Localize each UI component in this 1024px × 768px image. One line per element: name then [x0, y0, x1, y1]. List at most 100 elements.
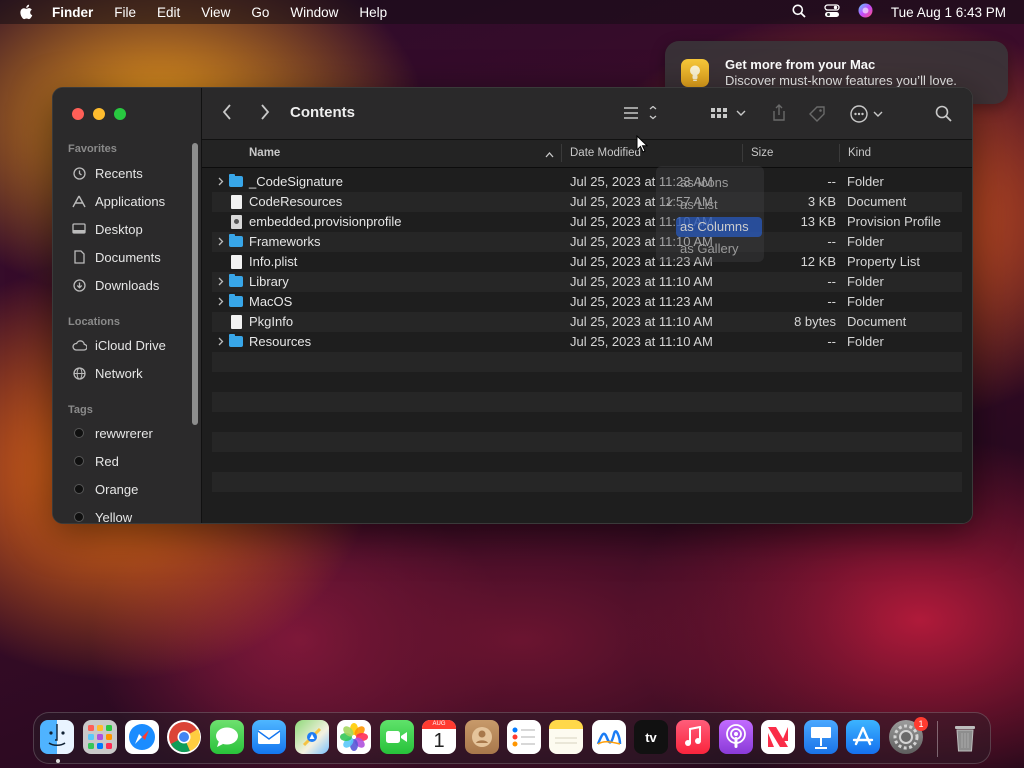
menu-item-as-icons[interactable]: as Icons — [680, 175, 728, 190]
file-browser: Contents Name Date Modified Size Kind _C… — [202, 88, 972, 523]
back-button[interactable] — [222, 104, 232, 120]
contacts-dock-icon[interactable] — [465, 720, 499, 754]
more-actions-icon[interactable] — [850, 105, 884, 123]
apple-menu-icon[interactable] — [18, 4, 34, 20]
file-row[interactable]: embedded.provisionprofile Jul 25, 2023 at… — [212, 212, 962, 232]
zoom-button[interactable] — [114, 108, 126, 120]
view-options-menu: as Icons ✓ as List as Columns as Gallery — [656, 166, 764, 262]
spotlight-search-icon[interactable] — [792, 4, 806, 21]
file-row[interactable]: Frameworks Jul 25, 2023 at 11:10 AM -- Fold… — [212, 232, 962, 252]
menubar-clock[interactable]: Tue Aug 1 6:43 PM — [891, 5, 1006, 20]
safari-dock-icon[interactable] — [125, 720, 159, 754]
menu-file[interactable]: File — [114, 5, 136, 20]
disclosure-chevron-icon[interactable] — [216, 235, 226, 247]
podcasts-dock-icon[interactable] — [719, 720, 753, 754]
search-icon[interactable] — [935, 105, 952, 122]
sidebar-section-locations: Locations — [68, 316, 120, 328]
column-date-modified[interactable]: Date Modified — [570, 147, 641, 159]
provision-profile-icon — [229, 215, 243, 229]
group-grid-icon[interactable] — [711, 107, 747, 119]
file-kind: Document — [847, 314, 907, 329]
file-row[interactable]: _CodeSignature Jul 25, 2023 at 11:23 AM --… — [212, 172, 962, 192]
sidebar-item-downloads[interactable]: Downloads — [71, 274, 159, 296]
sidebar-item-desktop[interactable]: Desktop — [71, 218, 143, 240]
music-dock-icon[interactable] — [676, 720, 710, 754]
list-view-icon[interactable] — [622, 106, 658, 120]
sidebar-item-documents[interactable]: Documents — [71, 246, 161, 268]
reminders-dock-icon[interactable] — [507, 720, 541, 754]
file-name: Info.plist — [249, 254, 298, 269]
sidebar-scrollbar[interactable] — [192, 143, 198, 425]
column-divider — [561, 144, 562, 162]
share-icon[interactable] — [771, 104, 787, 122]
disclosure-chevron-icon[interactable] — [216, 335, 226, 347]
sort-ascending-icon[interactable] — [545, 149, 554, 161]
file-size: -- — [827, 234, 836, 249]
menu-edit[interactable]: Edit — [157, 5, 180, 20]
menu-help[interactable]: Help — [359, 5, 387, 20]
menu-app-finder[interactable]: Finder — [52, 5, 93, 20]
file-date-modified: Jul 25, 2023 at 11:10 AM — [570, 334, 713, 349]
notification-badge: 1 — [914, 717, 928, 731]
file-size: -- — [827, 294, 836, 309]
menu-item-as-list[interactable]: as List — [680, 197, 718, 212]
calendar-dock-icon[interactable]: AUG 1 — [422, 720, 456, 754]
sidebar-item-recents[interactable]: Recents — [71, 162, 143, 184]
column-size[interactable]: Size — [751, 147, 773, 159]
maps-dock-icon[interactable] — [295, 720, 329, 754]
file-size: -- — [827, 334, 836, 349]
finder-dock-icon[interactable] — [40, 720, 74, 754]
app-store-dock-icon[interactable] — [846, 720, 880, 754]
disclosure-chevron-icon[interactable] — [216, 295, 226, 307]
menu-view[interactable]: View — [201, 5, 230, 20]
sidebar-item-icloud-drive[interactable]: iCloud Drive — [71, 334, 166, 356]
file-row[interactable]: Resources Jul 25, 2023 at 11:10 AM -- Folde… — [212, 332, 962, 352]
file-row[interactable]: Library Jul 25, 2023 at 11:10 AM -- Folder — [212, 272, 962, 292]
freeform-dock-icon[interactable] — [592, 720, 626, 754]
disclosure-chevron-icon[interactable] — [216, 175, 226, 187]
mail-dock-icon[interactable] — [252, 720, 286, 754]
column-kind[interactable]: Kind — [848, 147, 871, 159]
file-row[interactable]: CodeResources Jul 25, 2023 at 11:57 AM 3 K… — [212, 192, 962, 212]
sidebar-tag-rewwrerer[interactable]: rewwrerer — [71, 422, 153, 444]
siri-icon[interactable] — [858, 3, 873, 21]
facetime-dock-icon[interactable] — [380, 720, 414, 754]
control-center-icon[interactable] — [824, 3, 840, 21]
sidebar-item-applications[interactable]: Applications — [71, 190, 165, 212]
keynote-dock-icon[interactable] — [804, 720, 838, 754]
sidebar-tag-orange[interactable]: Orange — [71, 478, 138, 500]
disclosure-chevron-icon[interactable] — [216, 275, 226, 287]
calendar-day: 1 — [433, 730, 445, 752]
sidebar: Favorites Recents Applications Desktop D… — [53, 88, 202, 523]
news-dock-icon[interactable] — [761, 720, 795, 754]
photos-dock-icon[interactable] — [337, 720, 371, 754]
column-divider — [839, 144, 840, 162]
tag-icon[interactable] — [808, 105, 826, 123]
file-row[interactable]: Info.plist Jul 25, 2023 at 11:23 AM 12 KB P… — [212, 252, 962, 272]
messages-dock-icon[interactable] — [210, 720, 244, 754]
sidebar-item-label: iCloud Drive — [95, 337, 166, 353]
file-row[interactable]: PkgInfo Jul 25, 2023 at 11:10 AM 8 bytes Do… — [212, 312, 962, 332]
column-name[interactable]: Name — [249, 147, 280, 159]
tv-dock-icon[interactable]: tv — [634, 720, 668, 754]
minimize-button[interactable] — [93, 108, 105, 120]
file-kind: Folder — [847, 294, 884, 309]
file-row[interactable]: MacOS Jul 25, 2023 at 11:23 AM -- Folder — [212, 292, 962, 312]
menu-go[interactable]: Go — [251, 5, 269, 20]
launchpad-dock-icon[interactable] — [83, 720, 117, 754]
sidebar-tag-red[interactable]: Red — [71, 450, 119, 472]
sidebar-item-network[interactable]: Network — [71, 362, 143, 384]
file-name: Resources — [249, 334, 312, 349]
finder-window: Favorites Recents Applications Desktop D… — [52, 87, 973, 524]
close-button[interactable] — [72, 108, 84, 120]
chrome-dock-icon[interactable] — [167, 720, 201, 754]
menu-item-as-gallery[interactable]: as Gallery — [680, 241, 739, 256]
forward-button[interactable] — [260, 104, 270, 120]
sidebar-tag-yellow[interactable]: Yellow — [71, 506, 132, 523]
menu-item-as-columns[interactable]: as Columns — [676, 217, 762, 237]
running-indicator — [56, 759, 60, 763]
desktop-icon — [71, 221, 87, 237]
trash-dock-icon[interactable] — [948, 720, 982, 754]
notes-dock-icon[interactable] — [549, 720, 583, 754]
menu-window[interactable]: Window — [290, 5, 338, 20]
